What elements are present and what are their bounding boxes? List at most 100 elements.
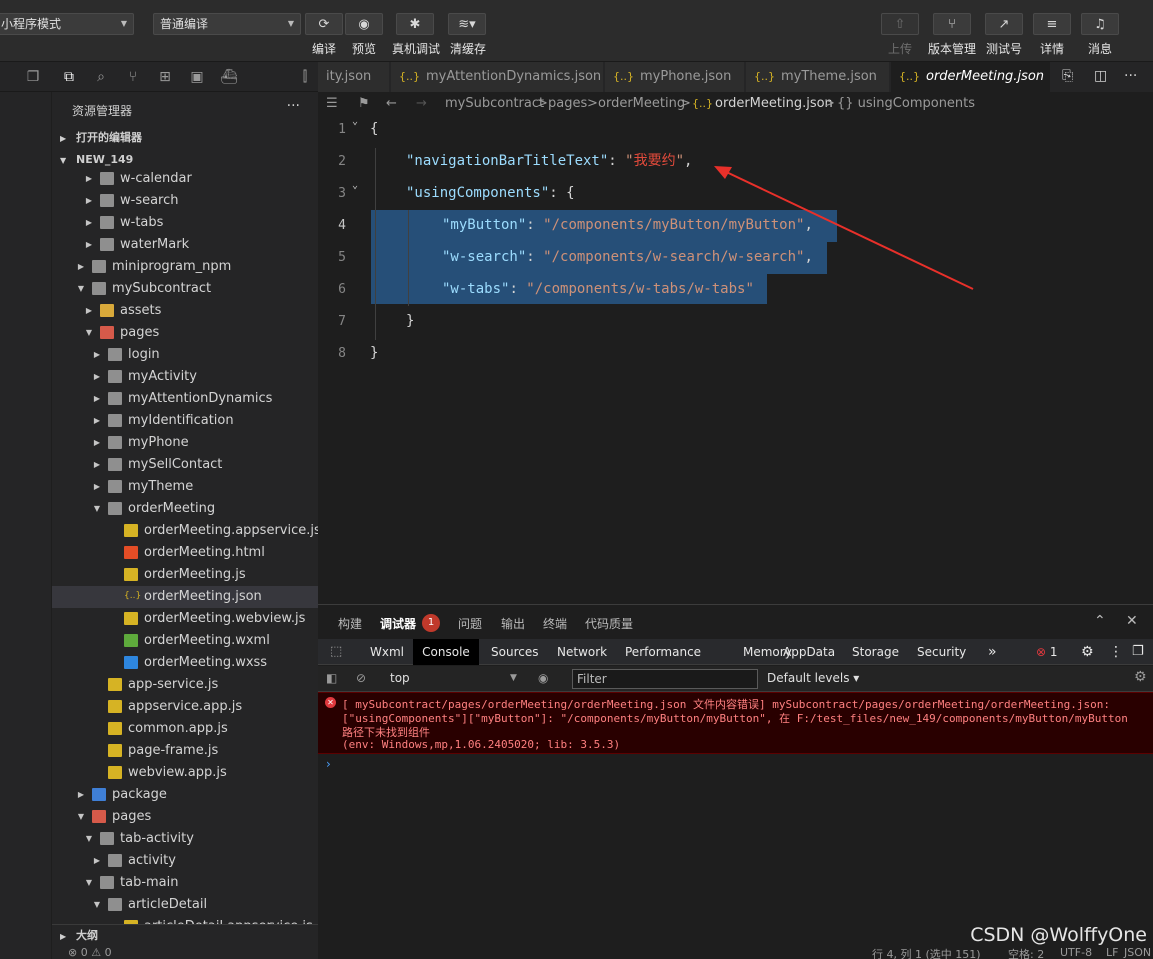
sidebar-toggle-icon[interactable]: ◧ — [326, 671, 337, 685]
extensions-icon[interactable]: ⊞ — [156, 68, 174, 86]
open-changes-icon[interactable]: ⎘ — [1062, 68, 1073, 84]
tree-item[interactable]: orderMeeting.html — [52, 542, 318, 564]
tree-item[interactable]: orderMeeting.appservice.js — [52, 520, 318, 542]
outline-section[interactable]: ▶ 大纲 — [52, 924, 318, 946]
compile-mode-select[interactable]: 普通编译 ▼ — [153, 13, 301, 35]
tree-item[interactable]: orderMeeting.webview.js — [52, 608, 318, 630]
mode-select[interactable]: 小程序模式 ▼ — [0, 13, 134, 35]
tree-item[interactable]: appservice.app.js — [52, 696, 318, 718]
tree-item[interactable]: ▶ activity — [52, 850, 318, 872]
tree-item[interactable]: ▶ myIdentification — [52, 410, 318, 432]
split-editor-icon[interactable]: ◫ — [1094, 68, 1107, 84]
tree-item[interactable]: ▼ mySubcontract — [52, 278, 318, 300]
tree-item[interactable]: ▼ tab-activity — [52, 828, 318, 850]
back-arrow-icon[interactable]: ← — [386, 92, 397, 116]
test-account-button[interactable]: ↗ — [985, 13, 1023, 35]
bookmark-icon[interactable]: ⚑ — [358, 92, 370, 116]
split-pane-icon[interactable]: ⫿ — [296, 68, 314, 86]
tab-output[interactable]: 输出 — [501, 615, 525, 632]
settings-gear-icon[interactable]: ⚙ — [1075, 639, 1100, 665]
tree-item[interactable]: ▼ pages — [52, 806, 318, 828]
tab-terminal[interactable]: 终端 — [543, 615, 567, 632]
version-button[interactable]: ⑂ — [933, 13, 971, 35]
chevron-up-icon[interactable]: ⌃ — [1094, 613, 1106, 629]
tree-item[interactable]: ▶ login — [52, 344, 318, 366]
tree-item[interactable]: webview.app.js — [52, 762, 318, 784]
more-tabs-icon[interactable]: » — [982, 639, 1003, 665]
tab-mytheme-json[interactable]: {..} myTheme.json — [746, 62, 890, 92]
devtools-tab-sources[interactable]: Sources — [485, 639, 544, 665]
debug-icon[interactable]: ▣ — [188, 68, 206, 86]
eol[interactable]: LF — [1106, 946, 1118, 959]
list-icon[interactable]: ☰ — [326, 92, 338, 116]
console-prompt[interactable]: › — [326, 757, 331, 771]
tab-myattentiondynamics-json[interactable]: {..} myAttentionDynamics.json — [391, 62, 604, 92]
tree-item[interactable]: ▶ mySellContact — [52, 454, 318, 476]
forward-arrow-icon[interactable]: → — [416, 92, 427, 116]
tree-item[interactable]: ▶ package — [52, 784, 318, 806]
dock-icon[interactable]: ❐ — [1126, 639, 1150, 665]
details-button[interactable]: ≡ — [1033, 13, 1071, 35]
tree-item[interactable]: ▼ orderMeeting — [52, 498, 318, 520]
cursor-position[interactable]: 行 4, 列 1 (选中 151) — [872, 946, 981, 959]
log-levels-select[interactable]: Default levels ▾ — [767, 671, 859, 685]
breadcrumb-symbol[interactable]: {} usingComponents — [837, 92, 975, 116]
tree-item[interactable]: ▶ w-search — [52, 190, 318, 212]
tab-code-quality[interactable]: 代码质量 — [585, 615, 633, 632]
tab-ity-json[interactable]: ity.json — [318, 62, 390, 92]
devtools-tab-storage[interactable]: Storage — [846, 639, 905, 665]
tree-item[interactable]: ▶ waterMark — [52, 234, 318, 256]
tree-item[interactable]: common.app.js — [52, 718, 318, 740]
collapse-icon[interactable]: ❐ — [24, 68, 42, 86]
tree-item[interactable]: ▶ myPhone — [52, 432, 318, 454]
problems-status[interactable]: ⊗ 0 ⚠ 0 — [52, 946, 318, 959]
close-icon[interactable]: ✕ — [1126, 613, 1138, 629]
open-editors-section[interactable]: ▶ 打开的编辑器 — [52, 127, 318, 149]
tree-item[interactable]: ▶ w-calendar — [52, 172, 318, 190]
tab-debugger[interactable]: 调试器 — [380, 615, 416, 632]
error-count[interactable]: ⊗ 1 — [1030, 639, 1064, 665]
upload-button[interactable]: ⇧ — [881, 13, 919, 35]
tree-item[interactable]: app-service.js — [52, 674, 318, 696]
tree-item[interactable]: ▶ assets — [52, 300, 318, 322]
breadcrumb-pages[interactable]: pages — [548, 92, 587, 116]
filter-input[interactable]: Filter — [572, 669, 758, 689]
tree-item[interactable]: ▶ myAttentionDynamics — [52, 388, 318, 410]
breadcrumb-page[interactable]: orderMeeting — [598, 92, 685, 116]
tree-item[interactable]: ▶ myActivity — [52, 366, 318, 388]
tree-item[interactable]: ▼ tab-main — [52, 872, 318, 894]
language-mode[interactable]: JSON — [1124, 946, 1151, 959]
inspect-icon[interactable]: ⬚ — [324, 639, 348, 665]
tab-ordermeeting-json[interactable]: {..}orderMeeting.json✕ — [891, 62, 1051, 92]
tab-problems[interactable]: 问题 — [458, 615, 482, 632]
more-actions-icon[interactable]: ··· — [1124, 68, 1137, 84]
encoding[interactable]: UTF-8 — [1060, 946, 1092, 959]
tree-item[interactable]: orderMeeting.js — [52, 564, 318, 586]
compile-button[interactable]: ⟳ — [305, 13, 343, 35]
docker-icon[interactable]: ⛴ — [220, 68, 238, 86]
preview-button[interactable]: ◉ — [345, 13, 383, 35]
tree-item[interactable]: orderMeeting.wxss — [52, 652, 318, 674]
explorer-icon[interactable]: ⧉ — [60, 68, 78, 86]
messages-button[interactable]: ♫ — [1081, 13, 1119, 35]
tree-item[interactable]: ▶ myTheme — [52, 476, 318, 498]
tree-item[interactable]: ▶ miniprogram_npm — [52, 256, 318, 278]
eye-icon[interactable]: ◉ — [538, 671, 548, 685]
tab-build[interactable]: 构建 — [338, 615, 362, 632]
source-control-icon[interactable]: ⑂ — [124, 68, 142, 86]
devtools-tab-security[interactable]: Security — [911, 639, 972, 665]
breadcrumb-file[interactable]: orderMeeting.json — [715, 92, 833, 116]
devtools-tab-wxml[interactable]: Wxml — [364, 639, 410, 665]
tree-item[interactable]: ▶ w-tabs — [52, 212, 318, 234]
tree-item[interactable]: ▼ articleDetail — [52, 894, 318, 916]
context-select[interactable]: top — [390, 671, 410, 685]
tree-item[interactable]: {..} orderMeeting.json — [52, 586, 318, 608]
devtools-tab-performance[interactable]: Performance — [619, 639, 707, 665]
devtools-tab-network[interactable]: Network — [551, 639, 613, 665]
tree-item[interactable]: ▼ pages — [52, 322, 318, 344]
indentation[interactable]: 空格: 2 — [1008, 946, 1044, 959]
console-settings-gear-icon[interactable]: ⚙ — [1134, 669, 1147, 685]
tree-item[interactable]: page-frame.js — [52, 740, 318, 762]
breadcrumb-folder[interactable]: mySubcontract — [445, 92, 544, 116]
clear-cache-button[interactable]: ≋▾ — [448, 13, 486, 35]
